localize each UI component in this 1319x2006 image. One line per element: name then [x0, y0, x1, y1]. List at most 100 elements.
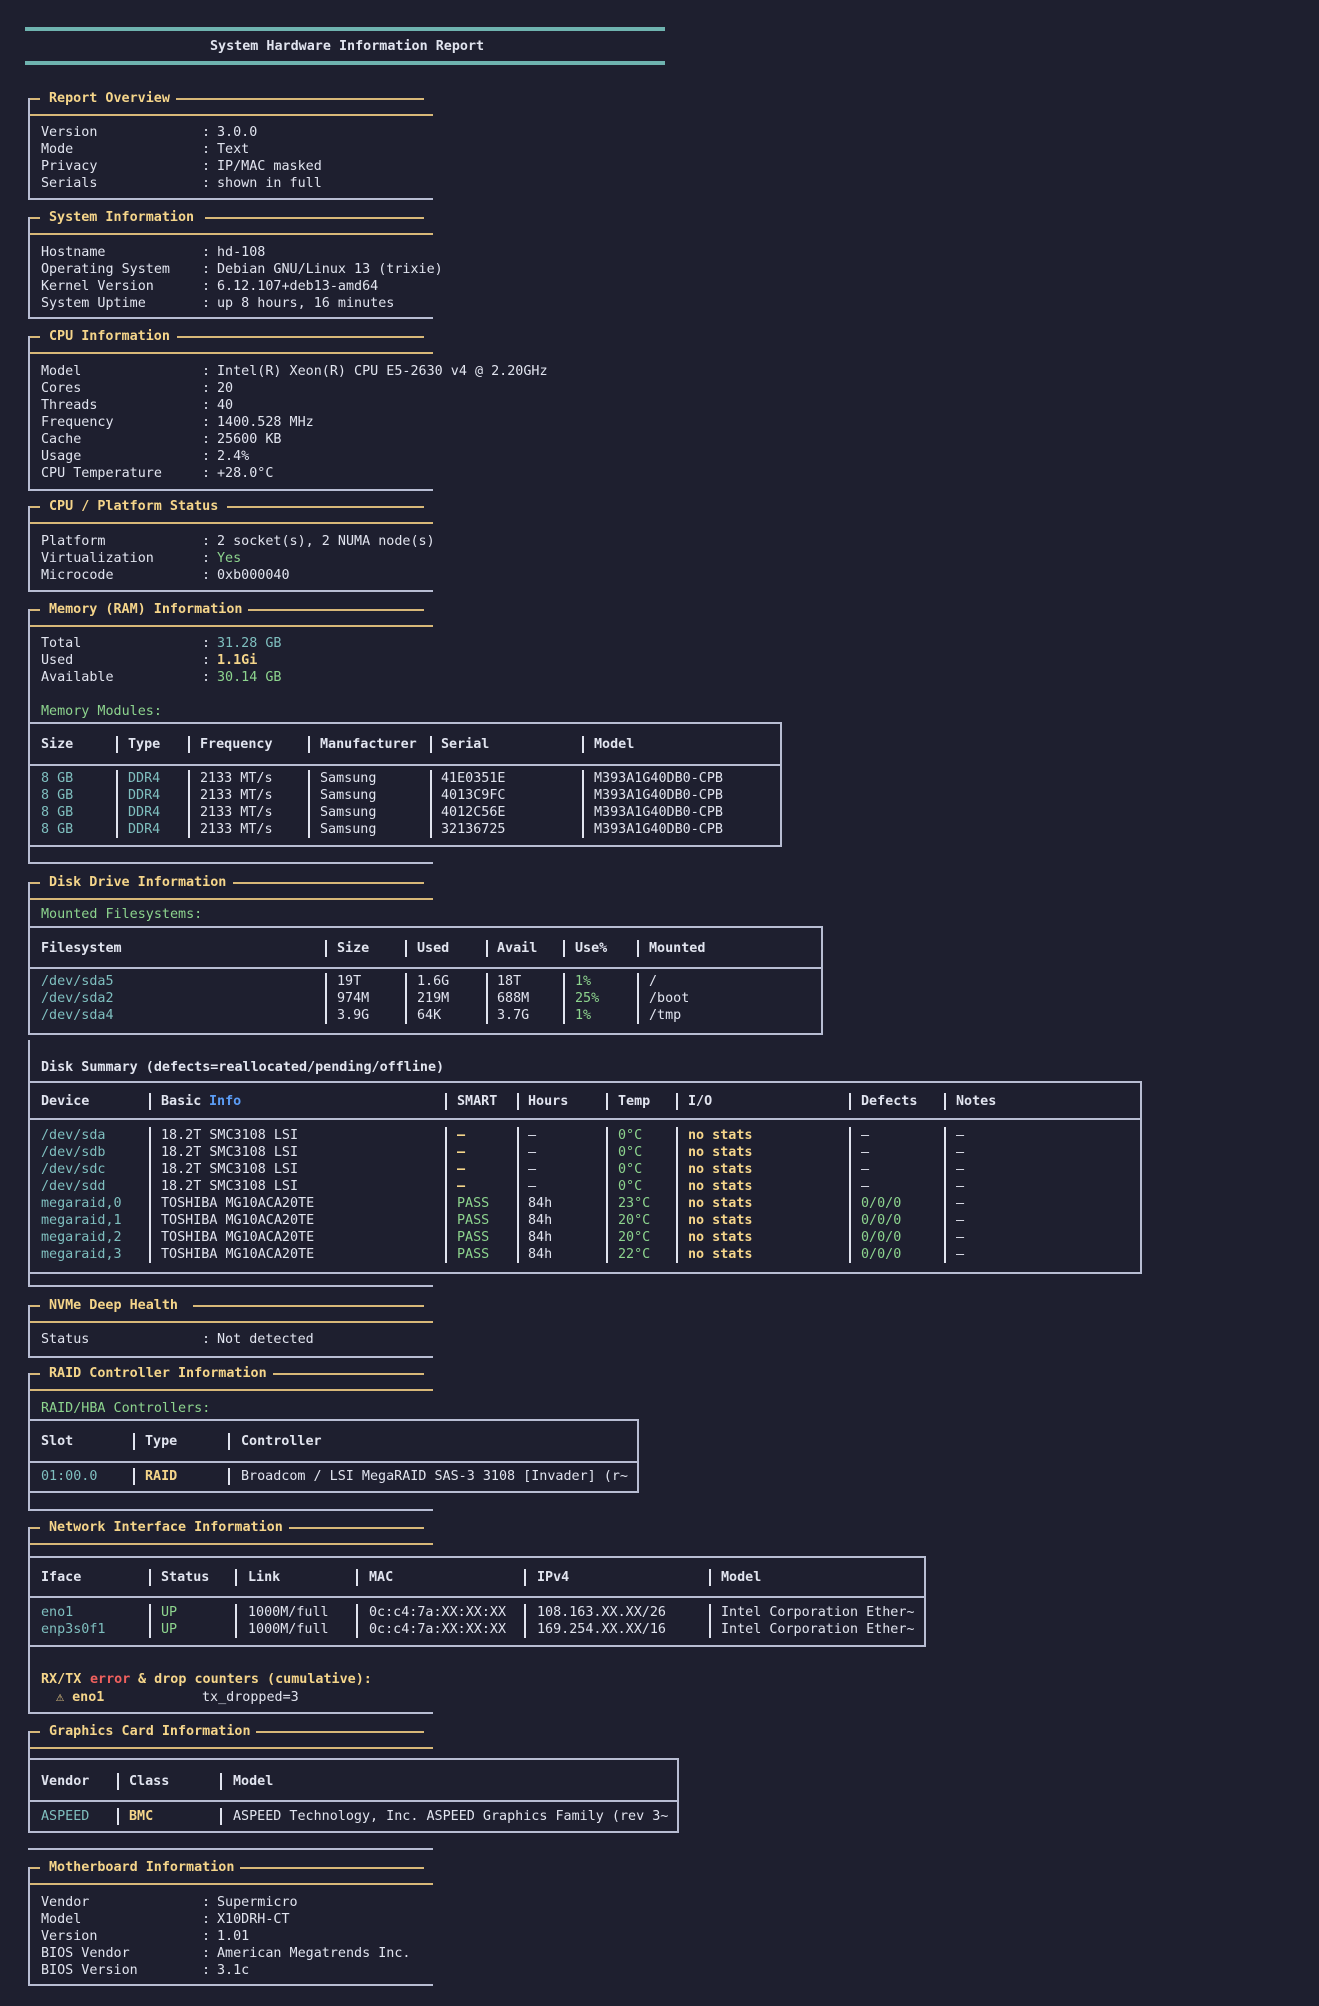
kv-key: Frequency: [41, 415, 114, 430]
table-column-separator: [849, 1144, 851, 1161]
table-header-cell: Model: [721, 1570, 762, 1585]
disk-summary-cell: 0/0/0: [861, 1196, 902, 1211]
memory-cell: 32136725: [441, 822, 506, 837]
memory-cell: 2133 MT/s: [200, 805, 273, 820]
table-column-separator: [445, 1195, 447, 1212]
table-column-separator: [188, 804, 190, 821]
kv-value: 6.12.107+deb13-amd64: [217, 279, 379, 294]
table-column-separator: [405, 940, 407, 957]
table-column-separator: [524, 1569, 526, 1586]
section-title-rule: [289, 1527, 424, 1529]
disk-summary-cell: no stats: [688, 1196, 753, 1211]
section-bottom-rule: [28, 317, 433, 319]
memory-cell: Samsung: [320, 788, 377, 803]
memory-cell: M393A1G40DB0-CPB: [594, 822, 723, 837]
table-column-separator: [228, 1433, 230, 1450]
disk-summary-cell: megaraid,1: [41, 1213, 122, 1228]
table-column-separator: [116, 770, 118, 787]
table-column-separator: [445, 1161, 447, 1178]
rxtx-label-c: & drop counters (cumulative):: [130, 1672, 372, 1687]
disk-summary-cell: 0/0/0: [861, 1213, 902, 1228]
memory-cell: 8 GB: [41, 805, 74, 820]
table-column-separator: [563, 940, 565, 957]
filesystem-cell: 1.6G: [417, 974, 450, 989]
disk-summary-cell: 20°C: [618, 1230, 651, 1245]
table-column-separator: [637, 940, 639, 957]
disk-summary-cell: /dev/sdc: [41, 1162, 106, 1177]
disk-summary-cell: 0°C: [618, 1128, 643, 1143]
table-header-divider: [28, 1118, 1142, 1120]
kv-key: Operating System: [41, 262, 170, 277]
kv-key: Vendor: [41, 1895, 90, 1910]
table-column-separator: [849, 1212, 851, 1229]
table-column-separator: [149, 1144, 151, 1161]
disk-summary-cell: no stats: [688, 1162, 753, 1177]
table-column-separator: [849, 1229, 851, 1246]
kv-colon: :: [202, 398, 211, 413]
section-underline: [28, 114, 433, 116]
kv-colon: :: [202, 125, 211, 140]
table-header-cell: SMART: [457, 1094, 498, 1109]
kv-colon: :: [202, 653, 211, 668]
disk-summary-cell: –: [528, 1179, 537, 1194]
warning-icon-iface: ⚠ eno1: [56, 1690, 105, 1705]
memory-cell: DDR4: [128, 788, 161, 803]
memory-modules-label: Memory Modules:: [41, 704, 162, 719]
report-title: System Hardware Information Report: [210, 39, 485, 54]
kv-colon: :: [202, 142, 211, 157]
table-header-cell: Link: [248, 1570, 281, 1585]
section-bottom-rule: [28, 862, 433, 864]
table-header-cell: Iface: [41, 1570, 82, 1585]
table-header-cell: Size: [41, 737, 74, 752]
table-column-separator: [149, 1127, 151, 1144]
kv-value: Supermicro: [217, 1895, 298, 1910]
table-column-separator: [849, 1195, 851, 1212]
disk-summary-cell: –: [956, 1247, 965, 1262]
table-column-separator: [235, 1621, 237, 1638]
kv-colon: :: [202, 636, 211, 651]
kv-value: 20: [217, 381, 234, 396]
disk-summary-cell: PASS: [457, 1196, 490, 1211]
table-column-separator: [405, 1007, 407, 1024]
kv-value: American Megatrends Inc.: [217, 1946, 411, 1961]
section-title: Motherboard Information: [49, 1860, 235, 1875]
disk-summary-cell: TOSHIBA MG10ACA20TE: [161, 1196, 315, 1211]
section-title: CPU Information: [49, 329, 170, 344]
table-column-separator: [235, 1604, 237, 1621]
table-column-separator: [405, 990, 407, 1007]
kv-colon: :: [202, 551, 211, 566]
table-column-separator: [149, 1569, 151, 1586]
kv-key: Privacy: [41, 159, 98, 174]
section-title-rule: [177, 336, 424, 338]
table-column-separator: [430, 804, 432, 821]
section-title-rule: [256, 1731, 424, 1733]
table-header-cell: Class: [129, 1774, 170, 1789]
section-underline: [28, 233, 433, 235]
kv-key: Version: [41, 1929, 98, 1944]
table-column-separator: [235, 1569, 237, 1586]
table-column-separator: [582, 736, 584, 753]
disk-summary-cell: 84h: [528, 1196, 553, 1211]
kv-value: 25600 KB: [217, 432, 282, 447]
section-title-rule: [240, 1867, 424, 1869]
table-header-cell: Controller: [241, 1434, 322, 1449]
raid-cell: Broadcom / LSI MegaRAID SAS-3 3108 [Inva…: [241, 1469, 628, 1484]
kv-key: BIOS Vendor: [41, 1946, 130, 1961]
kv-colon: :: [202, 432, 211, 447]
disk-summary-cell: –: [861, 1179, 870, 1194]
table-column-separator: [676, 1178, 678, 1195]
table-header-cell: Slot: [41, 1434, 74, 1449]
disk-summary-cell: 0°C: [618, 1162, 643, 1177]
kv-key: Status: [41, 1332, 90, 1347]
section-left-border: [28, 98, 30, 198]
table-column-separator: [486, 973, 488, 990]
table-column-separator: [676, 1093, 678, 1110]
mem-used-label: Used: [41, 653, 74, 668]
kv-colon: :: [202, 159, 211, 174]
table-header-cell: MAC: [369, 1570, 394, 1585]
table-column-separator: [445, 1212, 447, 1229]
table-column-separator: [517, 1144, 519, 1161]
section-bottom-rule: [28, 198, 433, 200]
table-column-separator: [325, 990, 327, 1007]
section-bottom-rule: [28, 1285, 433, 1287]
